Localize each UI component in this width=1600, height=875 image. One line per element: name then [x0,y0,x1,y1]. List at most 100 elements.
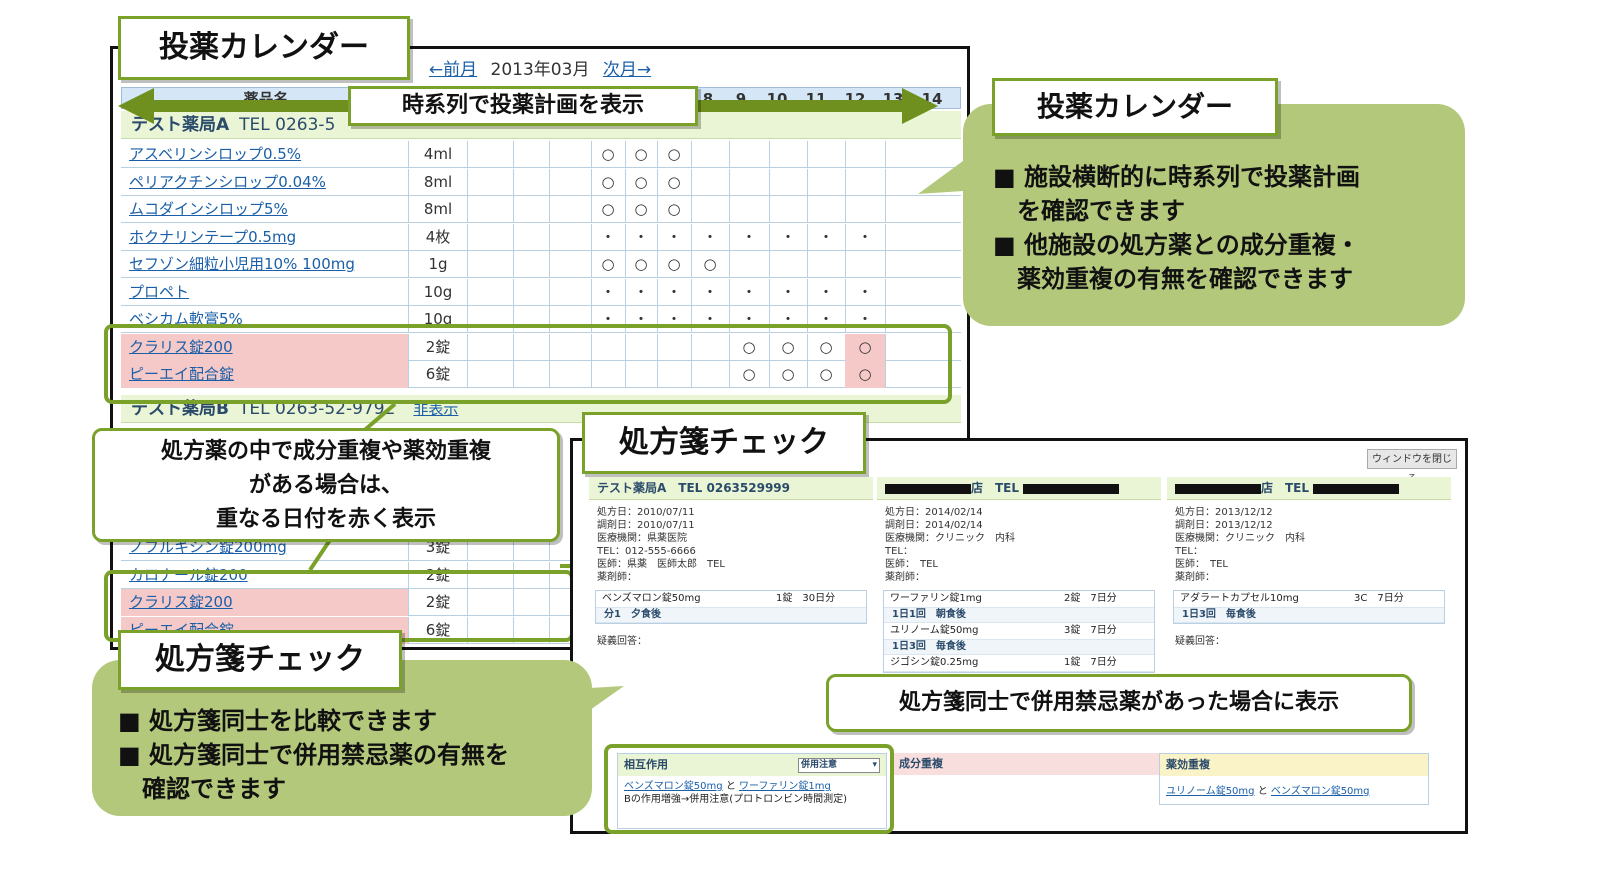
efficacy-and: と [1257,786,1268,797]
day-cell: ・ [807,223,846,251]
day-cell: ・ [807,278,846,306]
day-cell: ・ [769,223,808,251]
rx-meta-line: 医師： TEL [885,559,938,570]
rx-drug-dose: 1日3回 毎食後 [884,640,1154,655]
day-cell [467,278,514,306]
day-cell [513,223,550,251]
rx-column-3: 店 TEL 処方日：2013/12/12 調剤日：2013/12/12 医療機関… [1167,477,1451,655]
drug-name-link[interactable]: セフゾン細粒小児用10% 100mg [121,251,409,278]
day-cell: ○ [591,168,626,196]
day-cell: ○ [625,141,658,168]
calendar-callout-title: 投薬カレンダー [992,78,1278,136]
rx-meta-line: 医療機関：県薬医院 [597,533,687,544]
rx-meta-line: TEL： [885,546,913,557]
drug-name-link[interactable]: プロペト [121,278,409,306]
day-cell [729,251,770,278]
day-cell: ・ [591,278,626,306]
drug-name-link[interactable]: ムコダインシロップ5% [121,196,409,223]
drug-row: ペリアクチンシロップ0.04% 8ml ○ ○ ○ [121,168,961,196]
day-cell: ○ [657,196,692,223]
rx-column-1: テスト薬局A TEL 0263529999 処方日：2010/07/11 調剤日… [589,477,873,655]
rx-meta-line: 医療機関：クリニック 内科 [885,533,1015,544]
redacted-block [885,483,971,494]
rx-drug: アダラートカプセル10mg 3C 7日分 1日3回 毎食後 [1173,590,1445,624]
day-cell [549,141,592,168]
day-cell [513,141,550,168]
rx-drug-qty: 3錠 7日分 [1064,625,1117,636]
rx-meta-line: 調剤日：2010/07/11 [597,520,695,531]
day-cell [549,223,592,251]
day-cell: ・ [729,278,770,306]
rx-drug-name: ベンズマロン錠50mg [602,593,701,604]
drug-name-link[interactable]: ホクナリンテープ0.5mg [121,223,409,251]
day-cell: ・ [591,223,626,251]
day-cell [769,196,808,223]
rx-inquiry: 疑義回答： [1175,636,1225,647]
day-cell [807,251,846,278]
day-cell: ・ [845,278,886,306]
redacted-block [1175,483,1261,494]
rx-meta-line: 医師： TEL [1175,559,1228,570]
day-cell [845,251,886,278]
day-cell [467,251,514,278]
day-cell: ○ [691,251,730,278]
rx-callout-title: 処方箋チェック [118,630,402,690]
rx-drug-qty: 1錠 30日分 [776,593,836,604]
contraindication-note: 処方箋同士で併用禁忌薬があった場合に表示 [826,674,1412,732]
rx-title: 処方箋チェック [582,412,866,474]
calendar-feature-bubble: ■ 施設横断的に時系列で投薬計画 を確認できます ■ 他施設の処方薬との成分重複… [963,104,1465,326]
day-cell: ・ [729,223,770,251]
day-cell [467,223,514,251]
day-cell [769,251,808,278]
rx-header: 店 TEL [1167,477,1451,500]
drug-amount: 4枚 [409,223,468,251]
drug-name-link[interactable]: アスベリンシロップ0.5% [121,141,409,168]
rx-meta: 処方日：2014/02/14 調剤日：2014/02/14 医療機関：クリニック… [877,500,1161,590]
rx-inquiry: 疑義回答： [597,636,647,647]
day-cell [729,141,770,168]
efficacy-drug-link[interactable]: ユリノーム錠50mg [1166,786,1255,797]
day-cell [807,196,846,223]
next-month-link[interactable]: 次月→ [603,60,651,80]
day-cell: ・ [657,278,692,306]
calendar-point: を確認できます [993,197,1185,225]
prev-month-link[interactable]: ←前月 [429,60,477,80]
day-cell: ・ [691,223,730,251]
day-cell: ○ [591,141,626,168]
close-window-button[interactable]: ウィンドウを閉じる [1367,449,1457,485]
rx-meta-line: 調剤日：2013/12/12 [1175,520,1273,531]
rx-drug-name: ワーファリン錠1mg [890,593,982,604]
day-cell: ・ [657,223,692,251]
rx-drug-qty: 2錠 7日分 [1064,593,1117,604]
overlap-highlight-frame [104,324,952,404]
day-cell [513,251,550,278]
calendar-title: 投薬カレンダー [118,16,410,80]
day-cell: ○ [657,168,692,196]
day-cell [769,168,808,196]
day-cell [845,196,886,223]
rx-column-2: 店 TEL 処方日：2014/02/14 調剤日：2014/02/14 医療機関… [877,477,1161,673]
rx-meta-line: 処方日：2013/12/12 [1175,507,1273,518]
drug-amount: 4ml [409,141,468,168]
rx-meta-line: 医療機関：クリニック 内科 [1175,533,1305,544]
interaction-highlight-frame [604,744,894,834]
component-dup-header: 成分重複 [893,753,1163,775]
efficacy-dup-box: 薬効重複 ユリノーム錠50mg と ベンズマロン錠50mg [1159,753,1429,805]
rx-point: ■ 処方箋同士で併用禁忌薬の有無を [118,741,510,769]
rx-drug-dose: 1日3回 毎食後 [1174,608,1444,623]
day-cell [691,196,730,223]
drug-amount: 8ml [409,196,468,223]
rx-drug-name: アダラートカプセル10mg [1180,593,1299,604]
day-cell [769,141,808,168]
efficacy-drug-link[interactable]: ベンズマロン錠50mg [1271,786,1370,797]
drug-amount: 1g [409,251,468,278]
note-line: 処方薬の中で成分重複や薬効重複 [160,439,491,464]
day-cell: ・ [769,278,808,306]
rx-meta-line: 処方日：2010/07/11 [597,507,695,518]
drug-name-link[interactable]: ペリアクチンシロップ0.04% [121,168,409,196]
drug-amount: 10g [409,278,468,306]
redacted-block [1023,483,1120,494]
drug-amount: 8ml [409,168,468,196]
day-cell [845,141,886,168]
note-line: がある場合は、 [248,473,403,498]
